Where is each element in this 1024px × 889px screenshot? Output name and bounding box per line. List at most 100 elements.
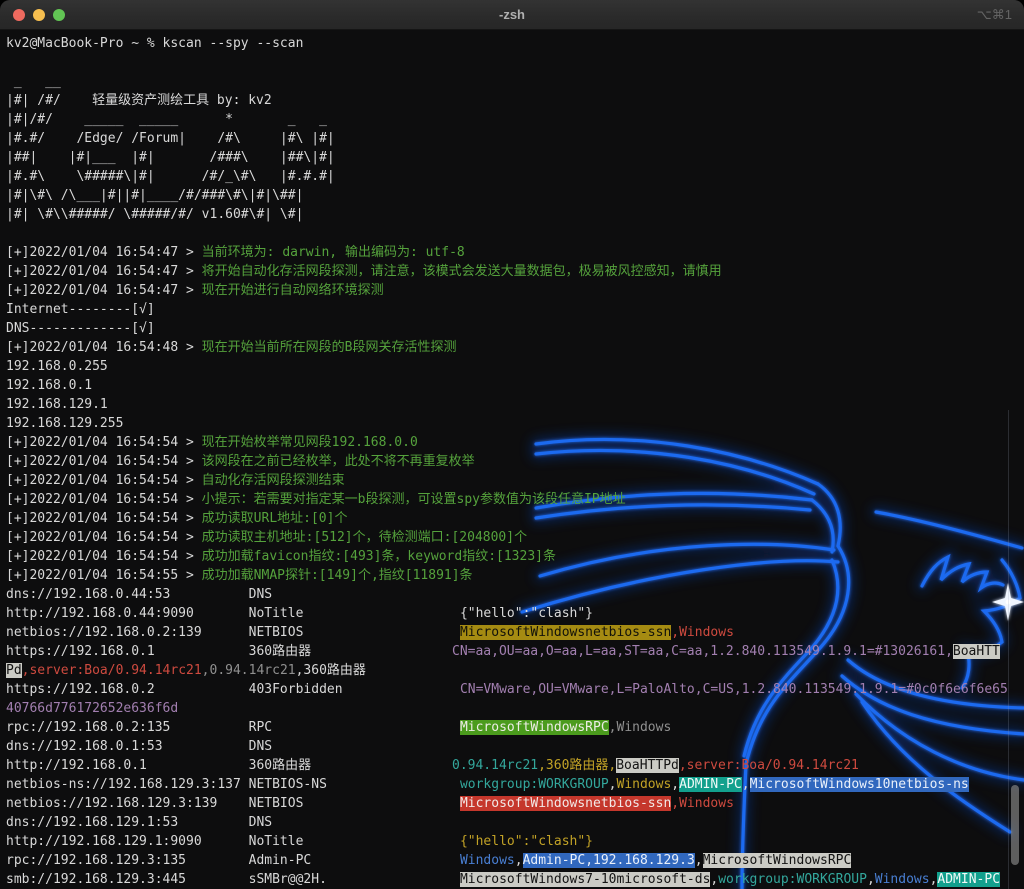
terminal-line: dns://192.168.129.1:53 DNS bbox=[6, 813, 1024, 832]
terminal-line: 192.168.129.1 bbox=[6, 395, 1024, 414]
terminal-text-segment: netbios://192.168.0.2:139 NETBIOS bbox=[6, 625, 460, 640]
terminal-line: dns://192.168.0.1:53 DNS bbox=[6, 737, 1024, 756]
terminal-text-segment: 自动化存活网段探测结束 bbox=[201, 473, 345, 488]
terminal-text-segment: BoaHTT bbox=[952, 644, 1000, 659]
terminal-text-segment: 小提示：若需要对指定某一b段探测，可设置spy参数值为该段任意IP地址 bbox=[201, 492, 626, 507]
terminal-line: 192.168.129.255 bbox=[6, 414, 1024, 433]
terminal-line: netbios://192.168.0.2:139 NETBIOS Micros… bbox=[6, 623, 1024, 642]
terminal-text-segment: 现在开始当前所在网段的B段网关存活性探测 bbox=[201, 340, 457, 355]
terminal-line: |#.#/ /Edge/ /Forum| /#\ |#\ |#| bbox=[6, 129, 1024, 148]
terminal-text-segment: |#| /#/ 轻量级资产测绘工具 by: kv2 bbox=[6, 93, 272, 108]
terminal-text-segment: [+]2022/01/04 16:54:47 > bbox=[6, 264, 202, 279]
terminal-line: [+]2022/01/04 16:54:55 > 成功加载NMAP探针:[149… bbox=[6, 566, 1024, 585]
terminal-line: [+]2022/01/04 16:54:48 > 现在开始当前所在网段的B段网关… bbox=[6, 338, 1024, 357]
terminal-text-segment: ,360路由器 bbox=[295, 663, 366, 678]
terminal-text-segment: [+]2022/01/04 16:54:55 > bbox=[6, 568, 202, 583]
terminal-line: http://192.168.0.44:9090 NoTitle {"hello… bbox=[6, 604, 1024, 623]
terminal-text-segment: 成功加载NMAP探针:[149]个,指纹[11891]条 bbox=[201, 568, 473, 583]
terminal-line: 40766d776172652e636f6d bbox=[6, 699, 1024, 718]
terminal-text-segment: |#|/#/ _____ _____ * _ _ bbox=[6, 112, 327, 127]
terminal-text-segment: MicrosoftWindowsnetbios-ssn bbox=[459, 625, 672, 640]
terminal-text-segment: 成功读取主机地址:[512]个，待检测端口:[204800]个 bbox=[201, 530, 528, 545]
terminal-text-segment: , bbox=[514, 853, 523, 868]
terminal-text-segment: [+]2022/01/04 16:54:54 > bbox=[6, 473, 202, 488]
terminal-line: |#.#\ \#####\|#| /#/_\#\ |#.#.#| bbox=[6, 167, 1024, 186]
terminal-text-segment: [+]2022/01/04 16:54:48 > bbox=[6, 340, 202, 355]
terminal-text-segment: 40766d776172652e636f6d bbox=[6, 701, 179, 716]
terminal-line: http://192.168.129.1:9090 NoTitle {"hell… bbox=[6, 832, 1024, 851]
terminal-text-segment: [+]2022/01/04 16:54:54 > bbox=[6, 530, 202, 545]
terminal-output[interactable]: kv2@MacBook-Pro ~ % kscan --spy --scan _… bbox=[0, 30, 1024, 889]
terminal-text-segment: http://192.168.0.44:9090 NoTitle bbox=[6, 606, 460, 621]
terminal-line: smb://192.168.129.3:445 sSMBr@@2H. Micro… bbox=[6, 870, 1024, 889]
terminal-line: |#| /#/ 轻量级资产测绘工具 by: kv2 bbox=[6, 91, 1024, 110]
terminal-text-segment: netbios-ns://192.168.129.3:137 NETBIOS-N… bbox=[6, 777, 460, 792]
terminal-text-segment: MicrosoftWindows10netbios-ns bbox=[749, 777, 969, 792]
terminal-text-segment: , bbox=[741, 777, 750, 792]
terminal-text-segment: rpc://192.168.0.2:135 RPC bbox=[6, 720, 460, 735]
terminal-text-segment: [+]2022/01/04 16:54:54 > bbox=[6, 454, 202, 469]
terminal-text-segment: {"hello":"clash"} bbox=[459, 834, 594, 849]
terminal-text-segment: |#.#/ /Edge/ /Forum| /#\ |#\ |#| bbox=[6, 131, 335, 146]
terminal-text-segment: 成功加载favicon指纹:[493]条，keyword指纹:[1323]条 bbox=[201, 549, 556, 564]
terminal-text-segment: MicrosoftWindowsRPC bbox=[702, 853, 852, 868]
terminal-text-segment: 将开始自动化存活网段探测，请注意，该模式会发送大量数据包，极易被风控感知，请慎用 bbox=[201, 264, 722, 279]
terminal-text-segment: http://192.168.0.1 360路由器 bbox=[6, 758, 452, 773]
terminal-line: https://192.168.0.1 360路由器 CN=aa,OU=aa,O… bbox=[6, 642, 1024, 661]
terminal-text-segment: , bbox=[866, 872, 875, 887]
terminal-text-segment: kv2@MacBook-Pro ~ % kscan --spy --scan bbox=[6, 36, 304, 51]
terminal-line: http://192.168.0.1 360路由器 0.94.14rc21,36… bbox=[6, 756, 1024, 775]
terminal-text-segment: ,server:Boa/0.94.14rc21 bbox=[21, 663, 202, 678]
terminal-line: 192.168.0.255 bbox=[6, 357, 1024, 376]
terminal-line: rpc://192.168.0.2:135 RPC MicrosoftWindo… bbox=[6, 718, 1024, 737]
window-shortcut-label: ⌥⌘1 bbox=[976, 7, 1012, 22]
terminal-line: dns://192.168.0.44:53 DNS bbox=[6, 585, 1024, 604]
terminal-text-segment: {"hello":"clash"} bbox=[459, 606, 594, 621]
terminal-text-segment: ,Windows bbox=[608, 720, 672, 735]
terminal-text-segment: |#|\#\ /\___|#||#|____/#/###\#\|#|\##| bbox=[6, 188, 304, 203]
terminal-line: netbios://192.168.129.3:139 NETBIOS Micr… bbox=[6, 794, 1024, 813]
terminal-text-segment: workgroup:WORKGROUP bbox=[718, 872, 867, 887]
terminal-line: [+]2022/01/04 16:54:54 > 成功读取主机地址:[512]个… bbox=[6, 528, 1024, 547]
terminal-text-segment: 192.168.129.1 bbox=[6, 397, 108, 412]
terminal-text-segment: Internet--------[√] bbox=[6, 302, 155, 317]
terminal-text-segment: Admin-PC,192.168.129.3 bbox=[522, 853, 695, 868]
terminal-text-segment: dns://192.168.0.44:53 DNS bbox=[6, 587, 273, 602]
terminal-line: [+]2022/01/04 16:54:54 > 小提示：若需要对指定某一b段探… bbox=[6, 490, 1024, 509]
terminal-text-segment: ,0.94.14rc21 bbox=[201, 663, 296, 678]
terminal-line: [+]2022/01/04 16:54:54 > 成功读取URL地址:[0]个 bbox=[6, 509, 1024, 528]
terminal-line: _ __ bbox=[6, 72, 1024, 91]
terminal-line: [+]2022/01/04 16:54:54 > 成功加载favicon指纹:[… bbox=[6, 547, 1024, 566]
terminal-line: rpc://192.168.129.3:135 Admin-PC Windows… bbox=[6, 851, 1024, 870]
terminal-text-segment: 192.168.129.255 bbox=[6, 416, 124, 431]
terminal-text-segment: Windows bbox=[616, 777, 672, 792]
window-title: -zsh bbox=[499, 7, 525, 22]
terminal-text-segment: 成功读取URL地址:[0]个 bbox=[201, 511, 348, 526]
terminal-text-segment: , bbox=[608, 777, 617, 792]
terminal-text-segment: CN=VMware,OU=VMware,L=PaloAlto,C=US,1.2.… bbox=[459, 682, 1008, 697]
terminal-text-segment: _ __ bbox=[6, 74, 61, 89]
terminal-text-segment: Windows bbox=[459, 853, 515, 868]
terminal-text-segment: ,Windows bbox=[671, 625, 734, 640]
scrollbar-thumb[interactable] bbox=[1011, 785, 1019, 865]
terminal-line: [+]2022/01/04 16:54:54 > 自动化存活网段探测结束 bbox=[6, 471, 1024, 490]
terminal-line: 192.168.0.1 bbox=[6, 376, 1024, 395]
terminal-text-segment: 0.94.14rc21 bbox=[452, 758, 539, 773]
terminal-text-segment: [+]2022/01/04 16:54:54 > bbox=[6, 435, 202, 450]
terminal-line: Internet--------[√] bbox=[6, 300, 1024, 319]
terminal-text-segment: ,360路由器, bbox=[538, 758, 617, 773]
terminal-text-segment: workgroup:WORKGROUP bbox=[459, 777, 609, 792]
terminal-text-segment: MicrosoftWindows7-10microsoft-ds bbox=[459, 872, 711, 887]
terminal-text-segment: ADMIN-PC bbox=[937, 872, 1001, 887]
title-bar[interactable]: -zsh ⌥⌘1 bbox=[0, 0, 1024, 30]
terminal-text-segment: [+]2022/01/04 16:54:47 > bbox=[6, 245, 202, 260]
terminal-text-segment: , bbox=[694, 853, 703, 868]
terminal-text-segment: ADMIN-PC bbox=[679, 777, 742, 792]
terminal-line: https://192.168.0.2 403Forbidden CN=VMwa… bbox=[6, 680, 1024, 699]
terminal-text-segment: |#| \#\\#####/ \#####/#/ v1.60#\#| \#| bbox=[6, 207, 304, 222]
terminal-text-segment: 192.168.0.255 bbox=[6, 359, 108, 374]
terminal-text-segment: |#.#\ \#####\|#| /#/_\#\ |#.#.#| bbox=[6, 169, 335, 184]
terminal-text-segment: [+]2022/01/04 16:54:54 > bbox=[6, 549, 202, 564]
